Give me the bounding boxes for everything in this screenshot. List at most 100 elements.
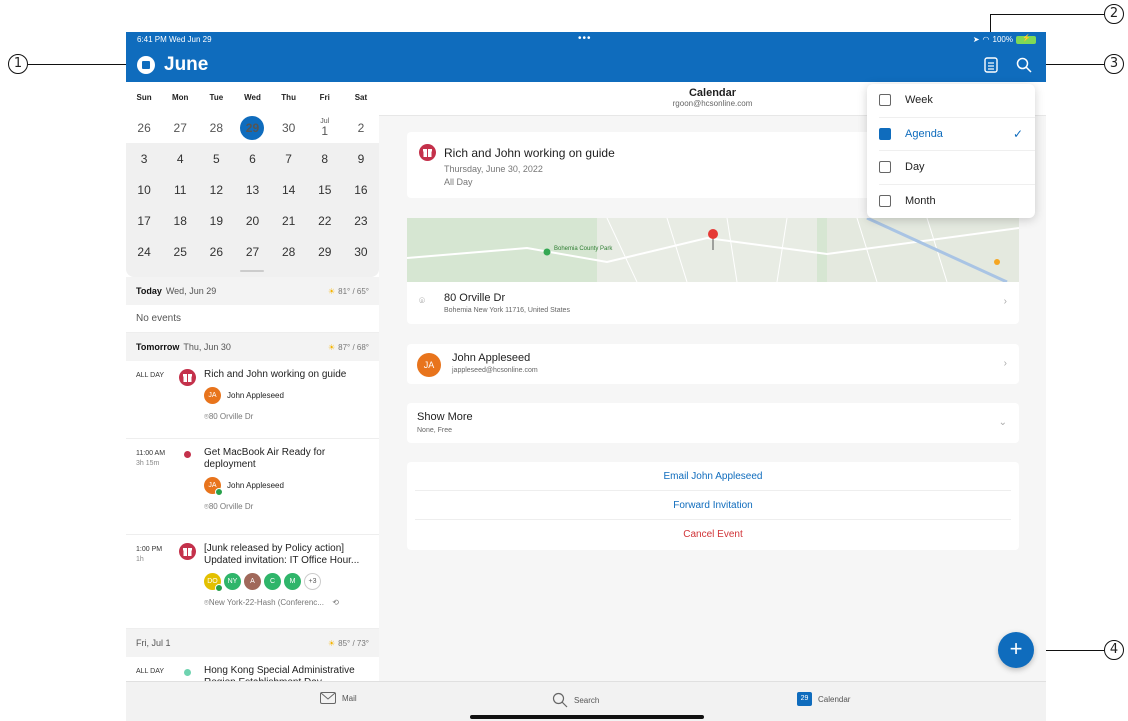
calendar-week-row: 10 11 12 13 14 15 16 (126, 174, 379, 205)
calendar-day[interactable]: 26 (126, 121, 162, 135)
calendar-day[interactable]: 24 (126, 245, 162, 259)
calendar-day[interactable]: 19 (198, 214, 234, 228)
view-menu-item-agenda[interactable]: Agenda ✓ (879, 118, 1035, 151)
agenda-event-item[interactable]: ALL DAY Rich and John working on guide J… (126, 361, 379, 439)
weather-forecast[interactable]: ☀ 81° / 65° (328, 287, 369, 296)
calendar-day[interactable]: 30 (271, 121, 307, 135)
calendar-day[interactable]: Jul 1 (307, 118, 343, 137)
event-location: ⌾80 Orville Dr (204, 502, 369, 512)
gift-icon (179, 369, 196, 386)
calendar-day[interactable]: 17 (126, 214, 162, 228)
search-icon[interactable] (1015, 56, 1033, 74)
calendar-day[interactable]: 12 (198, 183, 234, 197)
event-organizer: JA John Appleseed (204, 387, 369, 404)
calendar-day[interactable]: 10 (126, 183, 162, 197)
cancel-event-button[interactable]: Cancel Event (415, 520, 1011, 549)
tab-label: Mail (342, 693, 357, 703)
calendar-day[interactable]: 26 (198, 245, 234, 259)
calendar-day-selected[interactable]: 29 (234, 115, 270, 140)
agenda-event-item[interactable]: 11:00 AM 3h 15m Get MacBook Air Ready for… (126, 439, 379, 535)
calendar-day[interactable]: 5 (198, 152, 234, 166)
avatar: DO (204, 573, 223, 592)
tab-search[interactable]: Search (552, 692, 599, 708)
event-actions: Email John Appleseed Forward Invitation … (407, 462, 1019, 550)
attendee-row[interactable]: JA John Appleseed jappleseed@hcsonline.c… (407, 344, 1019, 384)
calendar-day[interactable]: 4 (162, 152, 198, 166)
calendar-day[interactable]: 2 (343, 121, 379, 135)
view-switcher-icon[interactable] (982, 56, 1000, 74)
calendar-day[interactable]: 14 (271, 183, 307, 197)
account-avatar-button[interactable] (137, 56, 155, 74)
agenda-event-item[interactable]: 1:00 PM 1h [Junk released by Policy actio… (126, 535, 379, 629)
calendar-day[interactable]: 28 (198, 121, 234, 135)
location-map[interactable]: Bohemia County Park (407, 218, 1019, 282)
calendar-day[interactable]: 22 (307, 214, 343, 228)
calendar-day[interactable]: 25 (162, 245, 198, 259)
calendar-day[interactable]: 6 (234, 152, 270, 166)
weekday-label: Mon (171, 92, 189, 102)
weather-forecast[interactable]: ☀ 85° / 73° (328, 639, 369, 648)
calendar-week-row: 26 27 28 29 30 Jul 1 2 (126, 112, 379, 143)
address-row[interactable]: ⌾ 80 Orville Dr Bohemia New York 11716, … (407, 282, 1019, 324)
avatar: JA (204, 477, 223, 496)
battery-percent: 100% (992, 35, 1013, 44)
calendar-day[interactable]: 21 (271, 214, 307, 228)
calendar-week-row: 3 4 5 6 7 8 9 (126, 143, 379, 174)
calendar-day[interactable]: 27 (234, 245, 270, 259)
calendar-day[interactable]: 13 (234, 183, 270, 197)
calendar-day[interactable]: 20 (234, 214, 270, 228)
event-organizer: JA John Appleseed (204, 477, 369, 496)
wifi-icon: ◠ (982, 35, 990, 44)
calendar-day[interactable]: 7 (271, 152, 307, 166)
event-location: ⌾New York-22-Hash (Conferenc... ⟲ (204, 598, 369, 608)
calendar-resize-handle[interactable] (126, 267, 379, 277)
sun-icon: ☀ (327, 286, 336, 296)
calendar-color-dot (184, 669, 191, 676)
email-attendee-button[interactable]: Email John Appleseed (415, 462, 1011, 491)
tab-mail[interactable]: Mail (320, 692, 357, 704)
calendar-day[interactable]: 8 (307, 152, 343, 166)
event-start-time: 11:00 AM (136, 450, 166, 457)
gift-icon (179, 543, 196, 560)
day-number: 1 (321, 124, 329, 138)
view-menu-item-day[interactable]: Day (879, 151, 1035, 185)
weather-forecast[interactable]: ☀ 87° / 68° (328, 343, 369, 352)
calendar-day[interactable]: 15 (307, 183, 343, 197)
calendar-day[interactable]: 27 (162, 121, 198, 135)
tab-calendar[interactable]: 29 Calendar (797, 692, 850, 706)
calendar-day[interactable]: 11 (162, 183, 198, 197)
new-event-button[interactable]: + (998, 632, 1034, 668)
view-menu-item-week[interactable]: Week (879, 84, 1035, 118)
address-line: 80 Orville Dr (444, 292, 506, 304)
location-icon: ➤ (972, 35, 980, 44)
calendar-day[interactable]: 3 (126, 152, 162, 166)
search-icon (552, 692, 568, 708)
home-indicator[interactable] (470, 715, 704, 719)
calendar-color-dot (184, 451, 191, 458)
calendar-day[interactable]: 28 (271, 245, 307, 259)
view-menu-item-month[interactable]: Month (879, 185, 1035, 219)
address-subline: Bohemia New York 11716, United States (444, 307, 570, 314)
month-title[interactable]: June (164, 54, 208, 76)
calendar-day[interactable]: 18 (162, 214, 198, 228)
event-location: ⌾80 Orville Dr (204, 412, 369, 422)
weekday-label: Tue (209, 92, 224, 102)
tab-label: Calendar (818, 694, 851, 704)
weather-temps: 87° / 68° (338, 342, 369, 352)
calendar-day[interactable]: 30 (343, 245, 379, 259)
bottom-tab-bar: Mail Search 29 Calendar (126, 681, 1046, 721)
calendar-day[interactable]: 29 (307, 245, 343, 259)
agenda-event-item[interactable]: ALL DAY Hong Kong Special Administrative… (126, 657, 379, 681)
checkmark-icon: ✓ (1012, 126, 1023, 141)
multitasking-dots[interactable]: ••• (578, 33, 592, 44)
agenda-view-icon (879, 127, 891, 140)
calendar-day[interactable]: 16 (343, 183, 379, 197)
forward-invitation-button[interactable]: Forward Invitation (415, 491, 1011, 520)
show-more-row[interactable]: Show More None, Free ⌄ (407, 403, 1019, 443)
weekday-label: Wed (244, 92, 261, 102)
event-start-time: 1:00 PM (136, 546, 163, 553)
show-more-sublabel: None, Free (417, 427, 453, 434)
calendar-day[interactable]: 9 (343, 152, 379, 166)
sync-icon: ⟲ (332, 598, 339, 607)
calendar-day[interactable]: 23 (343, 214, 379, 228)
